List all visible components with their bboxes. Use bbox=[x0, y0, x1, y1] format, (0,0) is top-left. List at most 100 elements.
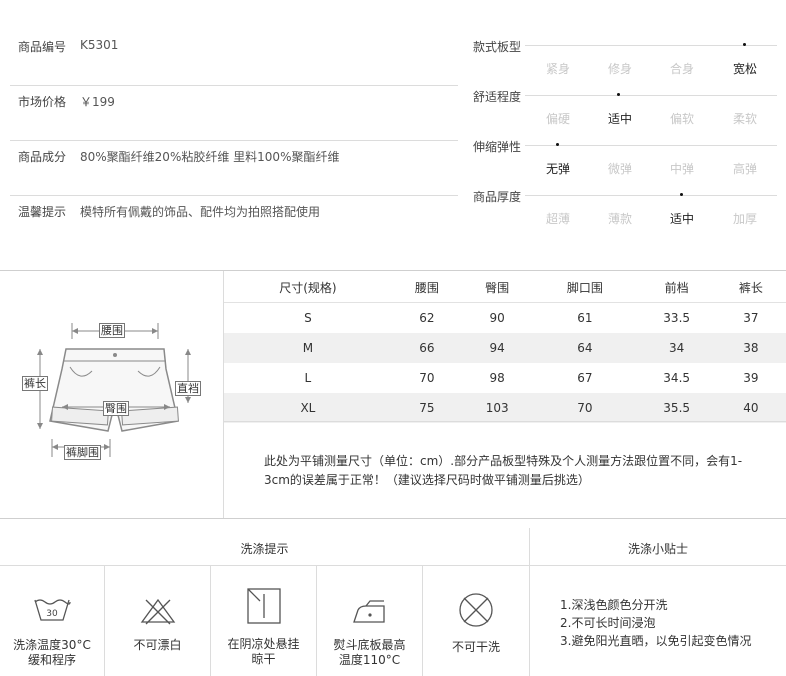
scale-option: 高弹 bbox=[732, 162, 757, 176]
table-row: XL 75 103 70 35.5 40 bbox=[224, 393, 786, 423]
info-label-material: 商品成分 bbox=[18, 150, 67, 164]
table-cell: 62 bbox=[419, 311, 435, 325]
table-cell: 34 bbox=[637, 333, 716, 363]
table-cell: 94 bbox=[462, 333, 533, 363]
size-note: 此处为平铺测量尺寸（单位：cm）.部分产品板型特殊及个人测量方法跟位置不同，会有… bbox=[264, 452, 764, 490]
scale-option: 柔软 bbox=[732, 112, 757, 126]
header-hem: 脚口围 bbox=[566, 280, 603, 295]
tip-item: 1.深浅色颜色分开洗 bbox=[560, 598, 668, 612]
table-cell: 39 bbox=[743, 371, 759, 385]
scale-marker-comfort bbox=[617, 93, 620, 96]
table-cell: 90 bbox=[489, 311, 505, 325]
table-cell: 66 bbox=[391, 333, 463, 363]
scale-marker-thickness bbox=[680, 193, 683, 196]
scale-option-selected: 宽松 bbox=[732, 62, 757, 76]
tips-title: 洗涤小贴士 bbox=[627, 542, 688, 556]
table-cell: XL bbox=[224, 393, 392, 423]
table-cell: 38 bbox=[715, 333, 786, 363]
info-value-sku: K5301 bbox=[80, 38, 119, 52]
table-cell: 103 bbox=[462, 393, 533, 423]
size-note-line: 3cm的误差属于正常！（建议选择尺码时做平铺测量后挑选） bbox=[264, 473, 590, 487]
diagram-label-hem: 裤脚围 bbox=[64, 445, 101, 460]
header-length: 裤长 bbox=[738, 280, 763, 295]
scale-option-selected: 适中 bbox=[607, 112, 632, 126]
table-cell: 40 bbox=[715, 393, 786, 423]
care-item-iron: 熨斗底板最高 温度110°C bbox=[317, 566, 422, 676]
scale-option: 微弹 bbox=[607, 162, 632, 176]
care-text: 晾干 bbox=[251, 652, 276, 666]
table-cell: 35.5 bbox=[637, 393, 716, 423]
care-text: 不可干洗 bbox=[451, 640, 500, 654]
scale-title-thickness: 商品厚度 bbox=[473, 190, 522, 204]
scale-option: 超薄 bbox=[545, 212, 570, 226]
table-cell: L bbox=[304, 371, 312, 385]
scale-option-selected: 无弹 bbox=[545, 162, 570, 176]
table-cell: S bbox=[304, 311, 312, 325]
table-cell: M bbox=[224, 333, 392, 363]
care-text: 在阴凉处悬挂 bbox=[227, 637, 300, 651]
scale-option: 偏软 bbox=[669, 112, 694, 126]
size-note-line: 此处为平铺测量尺寸（单位：cm）.部分产品板型特殊及个人测量方法跟位置不同，会有… bbox=[264, 454, 743, 468]
line-dry-shade-icon bbox=[246, 588, 281, 624]
scale-option: 紧身 bbox=[545, 62, 570, 76]
diagram-label-hip: 臀围 bbox=[103, 401, 129, 416]
table-cell: 70 bbox=[419, 371, 435, 385]
care-item-dry: 在阴凉处悬挂 晾干 bbox=[211, 566, 316, 676]
care-item-wash: 30 洗涤温度30°C 缓和程序 bbox=[0, 566, 104, 676]
table-cell: 34.5 bbox=[663, 371, 691, 385]
header-size: 尺寸(规格) bbox=[279, 280, 337, 295]
scale-option: 加厚 bbox=[732, 212, 757, 226]
size-table-header: 尺寸(规格) 腰围 臀围 脚口围 前档 裤长 bbox=[224, 272, 786, 303]
care-text: 温度110°C bbox=[338, 653, 401, 667]
no-dry-clean-icon bbox=[459, 593, 493, 627]
table-cell: 98 bbox=[489, 371, 505, 385]
info-label-tip: 温馨提示 bbox=[18, 205, 67, 219]
scale-option-selected: 适中 bbox=[669, 212, 694, 226]
care-text: 缓和程序 bbox=[27, 653, 76, 667]
header-rise: 前档 bbox=[664, 280, 689, 295]
header-hip: 臀围 bbox=[485, 280, 510, 295]
care-text: 熨斗底板最高 bbox=[333, 638, 406, 652]
info-value-material: 80%聚酯纤维20%粘胶纤维 里料100%聚酯纤维 bbox=[80, 150, 340, 164]
info-label-sku: 商品编号 bbox=[18, 40, 67, 54]
scale-marker-elasticity bbox=[556, 143, 559, 146]
scale-option: 中弹 bbox=[669, 162, 694, 176]
diagram-label-length: 裤长 bbox=[22, 376, 48, 391]
iron-110-icon bbox=[352, 600, 385, 623]
tip-item: 3.避免阳光直晒，以免引起变色情况 bbox=[560, 634, 752, 648]
size-table: 尺寸(规格) 腰围 臀围 脚口围 前档 裤长 S 62 90 61 33.5 3… bbox=[224, 272, 786, 423]
care-item-dryclean: 不可干洗 bbox=[423, 566, 529, 676]
info-value-price: ￥199 bbox=[80, 95, 115, 109]
table-cell: 33.5 bbox=[663, 311, 691, 325]
care-item-bleach: 不可漂白 bbox=[105, 566, 210, 676]
scale-title-fit: 款式板型 bbox=[473, 40, 522, 54]
table-row: M 66 94 64 34 38 bbox=[224, 333, 786, 363]
scale-option: 修身 bbox=[607, 62, 632, 76]
table-row: L 70 98 67 34.5 39 bbox=[224, 363, 786, 393]
info-label-price: 市场价格 bbox=[18, 95, 67, 109]
wash-temperature-badge: 30 bbox=[46, 609, 58, 619]
tip-item: 2.不可长时间浸泡 bbox=[560, 616, 656, 630]
wash-30-icon: 30 bbox=[34, 599, 71, 621]
scale-option: 薄款 bbox=[607, 212, 632, 226]
measurement-diagram: 腰围 裤长 直裆 臀围 裤脚围 bbox=[0, 271, 223, 518]
scale-option: 合身 bbox=[669, 62, 694, 76]
scale-title-elasticity: 伸缩弹性 bbox=[473, 140, 522, 154]
scale-title-comfort: 舒适程度 bbox=[473, 90, 522, 104]
table-cell: 37 bbox=[743, 311, 759, 325]
table-cell: 64 bbox=[532, 333, 638, 363]
diagram-label-waist: 腰围 bbox=[99, 323, 125, 338]
care-text: 不可漂白 bbox=[133, 638, 182, 652]
table-row: S 62 90 61 33.5 37 bbox=[224, 303, 786, 334]
scale-option: 偏硬 bbox=[545, 112, 570, 126]
table-cell: 75 bbox=[391, 393, 463, 423]
info-value-tip: 模特所有佩戴的饰品、配件均为拍照搭配使用 bbox=[80, 205, 321, 219]
header-waist: 腰围 bbox=[414, 280, 439, 295]
table-cell: 67 bbox=[577, 371, 593, 385]
table-cell: 70 bbox=[532, 393, 638, 423]
care-title: 洗涤提示 bbox=[240, 542, 289, 556]
care-text: 洗涤温度30°C bbox=[13, 638, 91, 652]
diagram-label-rise: 直裆 bbox=[175, 381, 201, 396]
scale-marker-fit bbox=[743, 43, 746, 46]
table-cell: 61 bbox=[577, 311, 593, 325]
